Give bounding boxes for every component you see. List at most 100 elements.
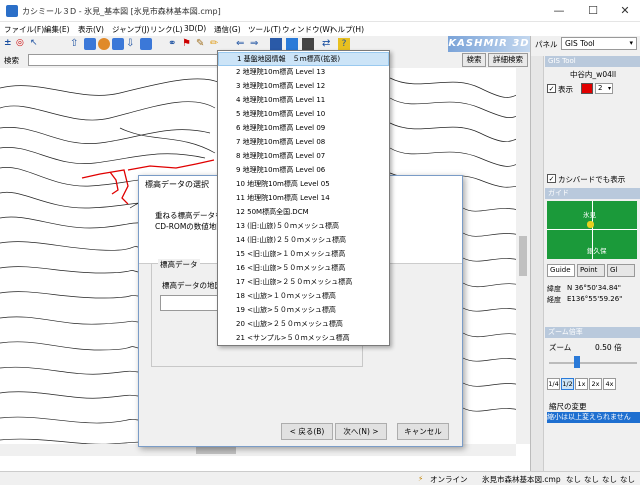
window-title: カシミール３D - 氷見_基本図 [氷見市森林基本図.cmp]: [22, 7, 221, 16]
dropdown-item[interactable]: 12 50M標高全国.DCM: [218, 206, 389, 220]
zoom-value: 0.50 倍: [595, 343, 622, 352]
menu-help[interactable]: ヘルプ(H): [330, 24, 364, 35]
dropdown-item[interactable]: 4 地理院10m標高 Level 11: [218, 94, 389, 108]
zoom-quarter-button[interactable]: 1/4: [547, 378, 560, 390]
line-width-value: 2: [598, 84, 603, 92]
phone-icon[interactable]: [302, 38, 314, 50]
dropdown-item[interactable]: 18 <山旅>１０ｍメッシュ標高: [218, 290, 389, 304]
dropdown-item[interactable]: 6 地理院10m標高 Level 09: [218, 122, 389, 136]
zoom-2x-button[interactable]: 2x: [589, 378, 602, 390]
dropdown-item[interactable]: 20 <山旅>２５０ｍメッシュ標高: [218, 318, 389, 332]
dropdown-item[interactable]: 8 地理院10m標高 Level 07: [218, 150, 389, 164]
zoom-4x-button[interactable]: 4x: [603, 378, 616, 390]
dropdown-item[interactable]: 21 <サンプル>５０ｍメッシュ標高: [218, 332, 389, 346]
menu-bar: ファイル(F) 編集(E) 表示(V) ジャンプ(J) リンク(L) 3D(D)…: [0, 22, 640, 36]
dropdown-item[interactable]: 10 地理院10m標高 Level 05: [218, 178, 389, 192]
map-label: 標高データの地図: [162, 281, 222, 290]
minimize-button[interactable]: —: [544, 0, 574, 22]
dropdown-item[interactable]: 13 (旧:山旅)５０ｍメッシュ標高: [218, 220, 389, 234]
zoom-1x-button[interactable]: 1x: [575, 378, 588, 390]
forward-arrow-icon[interactable]: ⇒: [250, 38, 262, 50]
tab-point[interactable]: Point: [577, 264, 605, 277]
search-button[interactable]: 検索: [462, 53, 486, 67]
menu-file[interactable]: ファイル(F): [4, 24, 44, 35]
guide-minimap[interactable]: 氷見 銀久保: [547, 201, 637, 259]
tab-gl[interactable]: Gl: [607, 264, 635, 277]
lon-label: 経度: [547, 296, 561, 304]
dropdown-item[interactable]: 9 地理院10m標高 Level 06: [218, 164, 389, 178]
back-button[interactable]: < 戻る(B): [281, 423, 333, 440]
dropdown-item[interactable]: 15 <旧:山旅>１０ｍメッシュ標高: [218, 248, 389, 262]
panel-select[interactable]: GIS Tool ▾: [561, 37, 637, 50]
nav-up-icon[interactable]: ⇧: [70, 38, 82, 50]
pen-icon[interactable]: ✎: [196, 38, 208, 50]
menu-view[interactable]: 表示(V): [78, 24, 104, 35]
zoom-slider-track[interactable]: [549, 362, 637, 364]
lat-value: N 36°50'34.84": [567, 284, 621, 292]
menu-3d[interactable]: 3D(D): [184, 24, 206, 33]
map-icon[interactable]: [112, 38, 124, 50]
map-vscrollbar[interactable]: [516, 68, 530, 444]
dropdown-item[interactable]: 17 <旧:山旅>２５０ｍメッシュ標高: [218, 276, 389, 290]
gis-tool-header: GIS Tool: [545, 56, 640, 67]
scale-label: 縮尺の変更: [549, 402, 587, 411]
scale-message: 縮小は以上変えられません: [547, 412, 640, 423]
panel-icon[interactable]: [286, 38, 298, 50]
show-checkbox[interactable]: ✓: [547, 84, 556, 93]
kashbird-checkbox[interactable]: ✓: [547, 174, 556, 183]
online-icon: ⚡: [418, 474, 424, 483]
line-color-swatch[interactable]: [581, 83, 593, 94]
line-width-select[interactable]: 2 ▾: [595, 83, 613, 94]
help-icon[interactable]: ?: [338, 38, 350, 50]
dropdown-item[interactable]: 16 <旧:山旅>５０ｍメッシュ標高: [218, 262, 389, 276]
panel-label: パネル: [535, 40, 558, 49]
pointer-icon[interactable]: ↖: [30, 38, 42, 50]
zoom-slider-thumb[interactable]: [573, 356, 580, 368]
dropdown-item[interactable]: 3 地理院10m標高 Level 12: [218, 80, 389, 94]
menu-tools[interactable]: ツール(T): [248, 24, 281, 35]
gear-icon[interactable]: [270, 38, 282, 50]
tab-guide[interactable]: Guide: [547, 264, 575, 277]
zoom-half-button[interactable]: 1/2: [561, 378, 574, 390]
pencil-icon[interactable]: ✏: [210, 38, 222, 50]
nav-down-icon[interactable]: ⇩: [126, 38, 138, 50]
menu-comm[interactable]: 通信(G): [214, 24, 241, 35]
brand-logo: KASHMIR 3D: [448, 36, 530, 52]
hscroll-thumb[interactable]: [196, 446, 236, 454]
dropdown-item[interactable]: 11 地理院10m標高 Level 14: [218, 192, 389, 206]
dropdown-item[interactable]: 14 (旧:山旅)２５０ｍメッシュ標高: [218, 234, 389, 248]
guide-header: ガイド: [545, 188, 640, 199]
detail-search-button[interactable]: 詳細検索: [488, 53, 528, 67]
binoculars-icon[interactable]: ⚭: [168, 38, 180, 50]
zoom-pm-icon[interactable]: ±: [4, 38, 16, 50]
close-button[interactable]: ✕: [610, 0, 640, 22]
folder-icon[interactable]: [84, 38, 96, 50]
search-label: 検索: [4, 56, 19, 65]
dropdown-item[interactable]: 5 地理院10m標高 Level 10: [218, 108, 389, 122]
cancel-button[interactable]: キャンセル: [397, 423, 449, 440]
menu-window[interactable]: ウィンドウ(W): [282, 24, 333, 35]
sync-icon[interactable]: ⇄: [322, 38, 334, 50]
target-icon[interactable]: ◎: [16, 38, 28, 50]
layer-icon[interactable]: [98, 38, 110, 50]
dropdown-item[interactable]: 19 <山旅>５０ｍメッシュ標高: [218, 304, 389, 318]
map2-icon[interactable]: [140, 38, 152, 50]
elevation-dropdown-list[interactable]: 1 基盤地図情報 ５ｍ標高(拡張) 2 地理院10m標高 Level 13 3 …: [217, 50, 390, 346]
menu-edit[interactable]: 編集(E): [44, 24, 70, 35]
menu-jump[interactable]: ジャンプ(J): [112, 24, 149, 35]
dropdown-item[interactable]: 2 地理院10m標高 Level 13: [218, 66, 389, 80]
back-arrow-icon[interactable]: ⇐: [236, 38, 248, 50]
maximize-button[interactable]: ☐: [578, 0, 608, 22]
dropdown-item[interactable]: 1 基盤地図情報 ５ｍ標高(拡張): [218, 52, 389, 66]
flag-icon[interactable]: ⚑: [182, 38, 194, 50]
kashbird-label: カシバードでも表示: [558, 175, 626, 184]
next-button[interactable]: 次へ(N) >: [335, 423, 387, 440]
menu-link[interactable]: リンク(L): [150, 24, 183, 35]
layer-name: 中谷内_w04ll: [569, 70, 617, 79]
search-input[interactable]: [28, 54, 218, 66]
dropdown-item[interactable]: 7 地理院10m標高 Level 08: [218, 136, 389, 150]
panel-select-value: GIS Tool: [565, 39, 595, 48]
status-field-1: なし: [566, 475, 581, 484]
vscroll-thumb[interactable]: [519, 236, 527, 276]
lon-value: E136°55'59.26": [567, 295, 623, 303]
